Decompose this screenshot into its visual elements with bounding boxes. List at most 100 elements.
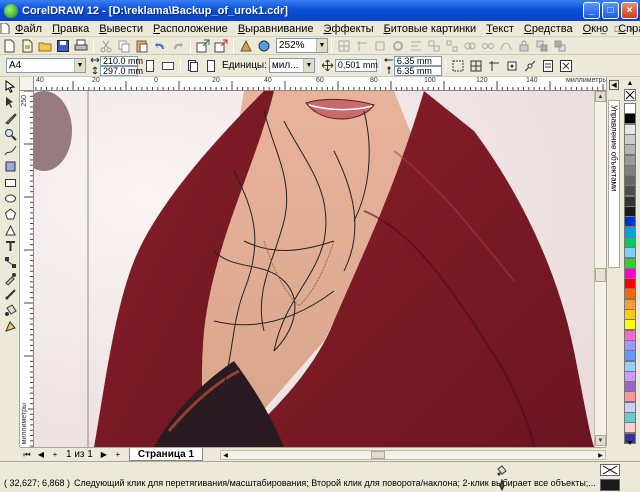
ellipse-tool-icon[interactable] bbox=[2, 191, 18, 205]
menu-file[interactable]: Файл bbox=[10, 21, 47, 37]
duplicate-x-field[interactable]: 6.35 mm bbox=[393, 55, 442, 66]
page-tab[interactable]: Страница 1 bbox=[128, 448, 204, 461]
chevron-down-icon[interactable]: ▼ bbox=[316, 39, 327, 52]
group-icon[interactable] bbox=[426, 38, 442, 54]
horizontal-scrollbar[interactable]: ◀ ▶ bbox=[220, 450, 606, 460]
import-icon[interactable] bbox=[195, 38, 211, 54]
chevron-down-icon[interactable]: ▼ bbox=[302, 59, 314, 72]
outline-pen-icon[interactable] bbox=[496, 479, 508, 491]
menu-tools[interactable]: Средства bbox=[519, 21, 578, 37]
interactive-fill-tool-icon[interactable] bbox=[2, 319, 18, 333]
chevron-down-icon[interactable]: ▼ bbox=[74, 59, 85, 72]
document-icon[interactable] bbox=[0, 22, 10, 36]
previous-page-icon[interactable]: ◀ bbox=[35, 449, 47, 461]
scroll-up-icon[interactable]: ▲ bbox=[595, 91, 606, 102]
object-options-icon[interactable] bbox=[558, 58, 574, 74]
fill-color-indicator[interactable] bbox=[600, 464, 620, 476]
basic-shapes-tool-icon[interactable] bbox=[2, 223, 18, 237]
open-folder-icon[interactable] bbox=[37, 38, 53, 54]
shape-tool-icon[interactable] bbox=[2, 95, 18, 109]
eyedropper-tool-icon[interactable] bbox=[2, 271, 18, 285]
print-icon[interactable] bbox=[73, 38, 89, 54]
doc-close-button[interactable]: × bbox=[625, 22, 638, 35]
scroll-left-icon[interactable]: ◀ bbox=[221, 451, 230, 459]
convert-to-curves-icon[interactable] bbox=[498, 38, 514, 54]
add-page-after-icon[interactable]: + bbox=[112, 449, 124, 461]
polygon-tool-icon[interactable] bbox=[2, 207, 18, 221]
smart-fill-tool-icon[interactable] bbox=[2, 159, 18, 173]
vertical-ruler[interactable]: 250 миллиметры bbox=[20, 91, 34, 447]
page-size-combo[interactable]: A4 ▼ bbox=[6, 58, 86, 73]
application-launcher-icon[interactable] bbox=[238, 38, 254, 54]
snap-to-objects-icon[interactable] bbox=[372, 38, 388, 54]
no-color-swatch[interactable] bbox=[624, 89, 636, 101]
menu-text[interactable]: Текст bbox=[481, 21, 519, 37]
snap-objects-icon[interactable] bbox=[504, 58, 520, 74]
page-options-icon[interactable] bbox=[540, 58, 556, 74]
snap-grid-icon[interactable] bbox=[468, 58, 484, 74]
horizontal-ruler[interactable]: 40 20 0 20 40 60 80 100 120 140 миллимет… bbox=[20, 77, 614, 91]
landscape-orientation-icon[interactable] bbox=[160, 58, 176, 74]
outline-color-indicator[interactable] bbox=[600, 479, 620, 491]
doc-minimize-button[interactable]: _ bbox=[597, 22, 610, 35]
horizontal-scroll-thumb[interactable] bbox=[371, 451, 385, 459]
to-back-icon[interactable] bbox=[552, 38, 568, 54]
ungroup-icon[interactable] bbox=[444, 38, 460, 54]
ruler-origin[interactable] bbox=[20, 77, 34, 91]
interactive-blend-tool-icon[interactable] bbox=[2, 255, 18, 269]
vertical-scrollbar[interactable]: ▲ ▼ bbox=[594, 91, 606, 447]
fill-tool-icon[interactable] bbox=[2, 303, 18, 317]
next-page-icon[interactable]: ▶ bbox=[98, 449, 110, 461]
docker-expand-icon[interactable]: ◀ bbox=[609, 80, 619, 90]
rectangle-tool-icon[interactable] bbox=[2, 175, 18, 189]
text-tool-icon[interactable] bbox=[2, 239, 18, 253]
title-bar[interactable]: CorelDRAW 12 - [D:\reklama\Backup_of_uro… bbox=[0, 0, 640, 21]
break-apart-icon[interactable] bbox=[480, 38, 496, 54]
save-icon[interactable] bbox=[55, 38, 71, 54]
maximize-button[interactable]: □ bbox=[602, 2, 619, 19]
page-height-field[interactable]: 297.0 mm bbox=[100, 65, 143, 76]
snap-to-grid-icon[interactable] bbox=[336, 38, 352, 54]
doc-restore-button[interactable]: □ bbox=[611, 22, 624, 35]
snap-guides-icon[interactable] bbox=[486, 58, 502, 74]
nudge-distance-field[interactable]: 0,501 mm bbox=[334, 59, 378, 72]
undo-icon[interactable] bbox=[152, 38, 168, 54]
options-icon[interactable] bbox=[390, 38, 406, 54]
snap-to-guidelines-icon[interactable] bbox=[354, 38, 370, 54]
units-combo[interactable]: мил... ▼ bbox=[268, 58, 315, 73]
current-page-icon[interactable] bbox=[203, 58, 219, 74]
corel-online-icon[interactable] bbox=[256, 38, 272, 54]
menu-edit[interactable]: Правка bbox=[47, 21, 94, 37]
new-from-template-icon[interactable] bbox=[19, 38, 35, 54]
align-icon[interactable] bbox=[408, 38, 424, 54]
scroll-down-icon[interactable]: ▼ bbox=[595, 435, 606, 446]
outline-tool-icon[interactable] bbox=[2, 287, 18, 301]
duplicate-y-field[interactable]: 6.35 mm bbox=[393, 65, 442, 76]
menu-layout[interactable]: Расположение bbox=[148, 21, 233, 37]
zoom-level-combo[interactable]: 252% ▼ bbox=[276, 38, 328, 53]
menu-bitmaps[interactable]: Битовые картинки bbox=[379, 21, 482, 37]
add-page-before-icon[interactable]: + bbox=[49, 449, 61, 461]
new-document-icon[interactable] bbox=[1, 38, 17, 54]
pick-tool-icon[interactable] bbox=[2, 79, 18, 93]
copy-icon[interactable] bbox=[116, 38, 132, 54]
vertical-scroll-thumb[interactable] bbox=[595, 268, 606, 282]
bitmap-image[interactable] bbox=[34, 91, 594, 447]
menu-effects[interactable]: Эффекты bbox=[319, 21, 379, 37]
coreldraw-app-icon[interactable] bbox=[4, 3, 18, 18]
palette-scroll-up-icon[interactable]: ▲ bbox=[624, 79, 636, 87]
close-button[interactable]: × bbox=[621, 2, 638, 19]
to-front-icon[interactable] bbox=[534, 38, 550, 54]
dynamic-guides-icon[interactable] bbox=[522, 58, 538, 74]
freehand-tool-icon[interactable] bbox=[2, 143, 18, 157]
portrait-orientation-icon[interactable] bbox=[142, 58, 158, 74]
zoom-tool-icon[interactable] bbox=[2, 127, 18, 141]
lock-icon[interactable] bbox=[516, 38, 532, 54]
knife-tool-icon[interactable] bbox=[2, 111, 18, 125]
first-page-icon[interactable]: ⏮ bbox=[21, 449, 33, 461]
page-width-field[interactable]: 210.0 mm bbox=[100, 55, 143, 66]
menu-arrange[interactable]: Выравнивание bbox=[233, 21, 319, 37]
all-pages-icon[interactable] bbox=[185, 58, 201, 74]
minimize-button[interactable]: _ bbox=[583, 2, 600, 19]
drawing-canvas[interactable] bbox=[34, 91, 594, 447]
